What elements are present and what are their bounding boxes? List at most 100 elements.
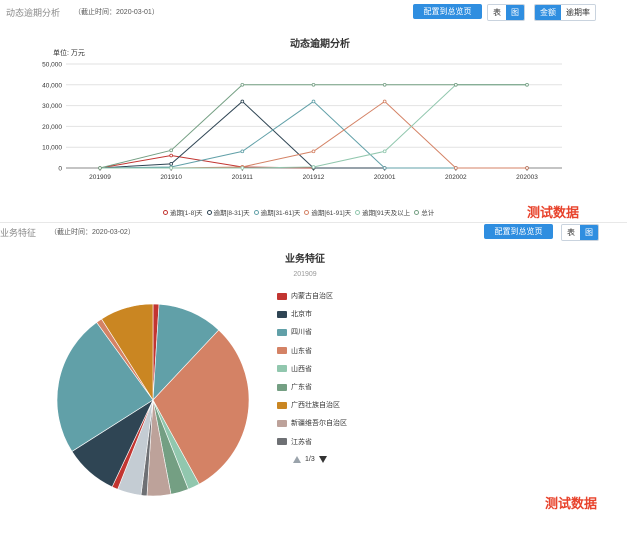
x-tick-label: 202001 bbox=[374, 174, 396, 181]
panel1-time: （截止时间：2020-03-01） bbox=[74, 9, 159, 16]
panel1-amount-toggle[interactable]: 金额 bbox=[535, 5, 561, 20]
series-point bbox=[382, 149, 387, 154]
pie-legend-label: 江苏省 bbox=[291, 438, 312, 446]
series-point bbox=[240, 99, 245, 104]
series-point bbox=[454, 166, 458, 170]
panel1-table-toggle[interactable]: 表 bbox=[488, 5, 506, 20]
pie-legend-item-5[interactable]: 广东省 bbox=[277, 378, 347, 396]
pie-legend-item-0[interactable]: 内蒙古自治区 bbox=[277, 287, 347, 305]
legend-item-2[interactable]: 逾期[31-61]天 bbox=[253, 207, 301, 217]
pie-legend-item-3[interactable]: 山东省 bbox=[277, 342, 347, 360]
panel1-view-toggle[interactable]: 表 图 bbox=[487, 4, 525, 21]
panel1-config-button[interactable]: 配置到总览页 bbox=[413, 4, 482, 19]
series-point bbox=[382, 82, 387, 87]
pie-legend-label: 北京市 bbox=[291, 311, 312, 319]
series-point bbox=[169, 148, 173, 153]
series-point bbox=[382, 99, 387, 104]
y-tick-label: 50,000 bbox=[42, 62, 62, 69]
y-tick-label: 10,000 bbox=[42, 145, 62, 152]
pie-legend-item-1[interactable]: 北京市 bbox=[277, 305, 347, 323]
series-point bbox=[169, 153, 173, 158]
series-point bbox=[98, 166, 102, 170]
pie-legend-item-7[interactable]: 新疆维吾尔自治区 bbox=[277, 414, 347, 432]
panel1-rate-toggle[interactable]: 逾期率 bbox=[561, 5, 595, 20]
panel2-header: 业务特征 （截止时间：2020-03-02） bbox=[0, 221, 135, 243]
legend-swatch-icon bbox=[277, 419, 287, 427]
y-tick-label: 30,000 bbox=[42, 103, 62, 110]
legend-item-1[interactable]: 逾期[8-31]天 bbox=[206, 207, 250, 217]
pie-legend-label: 山西省 bbox=[291, 365, 312, 373]
legend-item-0[interactable]: 逾期[1-8]天 bbox=[163, 207, 203, 217]
x-tick-label: 201912 bbox=[303, 174, 325, 181]
panel2-chart-toggle[interactable]: 图 bbox=[580, 225, 598, 240]
panel1-metric-toggle[interactable]: 金额 逾期率 bbox=[534, 4, 596, 21]
legend-swatch-icon bbox=[277, 347, 287, 355]
pie-legend-label: 四川省 bbox=[291, 329, 312, 337]
legend-swatch-icon bbox=[277, 438, 287, 446]
pie-legend-item-6[interactable]: 广西壮族自治区 bbox=[277, 396, 347, 414]
series-line-1 bbox=[99, 100, 527, 169]
pie-legend-item-8[interactable]: 江苏省 bbox=[277, 433, 347, 451]
y-tick-label: 0 bbox=[58, 166, 62, 173]
series-point bbox=[169, 166, 173, 170]
line-chart: 动态逾期分析 单位: 万元 0 10,000 20,000 30,000 40,000 5… bbox=[42, 37, 562, 181]
series-line-3 bbox=[100, 100, 527, 169]
pie-legend-item-4[interactable]: 山西省 bbox=[277, 360, 347, 378]
pager-prev-icon[interactable] bbox=[293, 456, 301, 463]
legend-label: 逾期[1-8]天 bbox=[170, 210, 203, 217]
legend-item-3[interactable]: 逾期[61-91]天 bbox=[304, 207, 351, 217]
legend-swatch-icon bbox=[277, 383, 287, 391]
panel2-time: （截止时间：2020-03-02） bbox=[50, 229, 135, 236]
panel2-config-button[interactable]: 配置到总览页 bbox=[484, 224, 553, 239]
legend-item-5[interactable]: 总计 bbox=[414, 207, 434, 217]
line-chart-legend: 逾期[1-8]天 逾期[8-31]天 逾期[31-61]天 逾期[61-91]天 逾期[… bbox=[163, 207, 434, 217]
pie-legend-label: 广西壮族自治区 bbox=[291, 402, 340, 410]
pie-legend-label: 新疆维吾尔自治区 bbox=[291, 420, 347, 428]
series-point bbox=[240, 166, 245, 170]
line-chart-title: 动态逾期分析 bbox=[290, 37, 350, 50]
legend-swatch-icon bbox=[277, 401, 287, 409]
panel2-title: 业务特征 bbox=[0, 227, 37, 238]
panel1-header: 动态逾期分析 （截止时间：2020-03-01） bbox=[6, 1, 159, 23]
line-chart-unit-label: 单位: 万元 bbox=[53, 48, 85, 57]
legend-label: 逾期[91天及以上 bbox=[362, 210, 411, 217]
y-tick-label: 40,000 bbox=[42, 82, 62, 89]
pie-legend-item-2[interactable]: 四川省 bbox=[277, 323, 347, 341]
pager-text: 1/3 bbox=[305, 456, 315, 463]
series-point bbox=[311, 99, 316, 104]
x-tick-label: 201909 bbox=[89, 174, 111, 181]
legend-marker-icon bbox=[253, 209, 259, 215]
legend-marker-icon bbox=[355, 209, 361, 215]
watermark-1: 测试数据 bbox=[527, 205, 580, 220]
series-point bbox=[311, 82, 316, 87]
series-point bbox=[240, 149, 245, 154]
legend-swatch-icon bbox=[277, 365, 287, 373]
series-point bbox=[169, 162, 173, 166]
panel1-title: 动态逾期分析 bbox=[6, 7, 61, 18]
series-point bbox=[525, 82, 529, 87]
legend-marker-icon bbox=[304, 209, 310, 215]
legend-label: 逾期[8-31]天 bbox=[213, 210, 250, 217]
legend-label: 逾期[31-61]天 bbox=[260, 210, 301, 217]
x-tick-label: 201911 bbox=[232, 174, 254, 181]
x-tick-label: 202003 bbox=[516, 174, 538, 181]
panel1-chart-toggle[interactable]: 图 bbox=[506, 5, 524, 20]
panel2-table-toggle[interactable]: 表 bbox=[562, 225, 580, 240]
legend-marker-icon bbox=[414, 209, 420, 215]
series-point bbox=[382, 166, 387, 170]
x-tick-label: 201910 bbox=[160, 174, 182, 181]
series-point bbox=[454, 82, 458, 87]
panel2-view-toggle[interactable]: 表 图 bbox=[561, 224, 599, 241]
pager-next-icon[interactable] bbox=[318, 456, 327, 463]
series-point bbox=[311, 165, 316, 169]
legend-label: 总计 bbox=[421, 210, 435, 217]
legend-marker-icon bbox=[206, 209, 212, 215]
legend-swatch-icon bbox=[277, 292, 287, 300]
watermark-2: 测试数据 bbox=[545, 496, 598, 511]
legend-swatch-icon bbox=[277, 310, 287, 318]
legend-item-4[interactable]: 逾期[91天及以上 bbox=[355, 207, 410, 217]
legend-pager: 1/3 bbox=[293, 456, 327, 463]
series-point bbox=[525, 166, 529, 170]
series-point bbox=[240, 82, 245, 87]
pie-chart-legend: 内蒙古自治区北京市四川省山东省山西省广东省广西壮族自治区 新疆维吾尔自治区 江苏省 bbox=[277, 287, 347, 451]
